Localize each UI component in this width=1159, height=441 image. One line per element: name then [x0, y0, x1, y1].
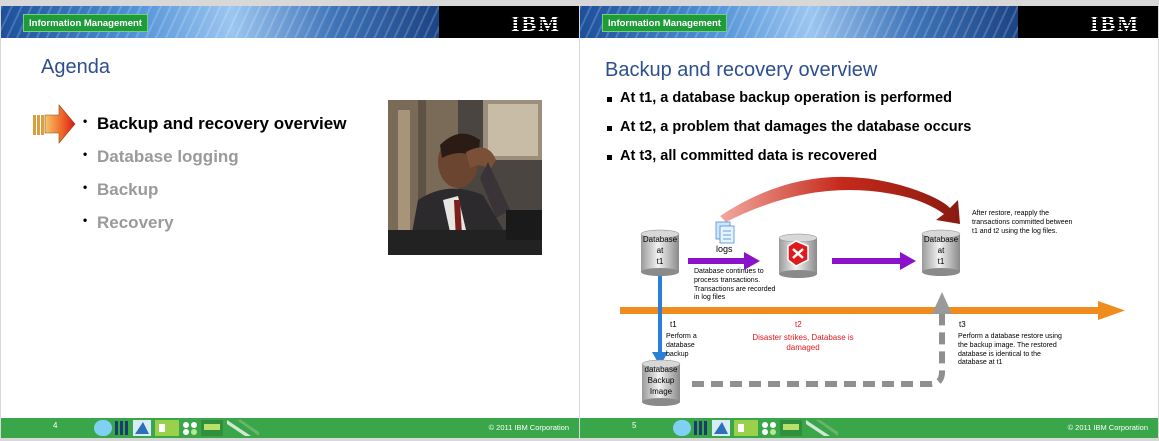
- bullet-list: At t1, a database backup operation is pe…: [607, 90, 971, 177]
- slide-4[interactable]: Information Management IBM Agenda Backup…: [1, 6, 579, 438]
- bullet-t1: At t1, a database backup operation is pe…: [607, 90, 971, 119]
- t1-label: t1: [670, 320, 677, 329]
- backup-recovery-diagram: Database at t1 Database at t1 database Backup…: [580, 166, 1158, 418]
- database-t3-label: Database at t1: [923, 235, 959, 266]
- ibm-logo: IBM: [511, 11, 561, 36]
- copyright-text: © 2011 IBM Corporation: [488, 423, 569, 432]
- agenda-list: Backup and recovery overview Database lo…: [81, 114, 346, 246]
- slide-footer: 4 © 2011 IBM Corporation: [1, 418, 579, 438]
- agenda-item-recovery[interactable]: Recovery: [81, 213, 346, 246]
- information-management-badge: Information Management: [23, 14, 148, 32]
- current-item-arrow-icon: [33, 104, 76, 144]
- agenda-item-database-logging[interactable]: Database logging: [81, 147, 346, 180]
- ibm-logo: IBM: [1090, 11, 1140, 36]
- page-number: 4: [53, 421, 58, 430]
- t2-label: t2: [795, 320, 802, 329]
- timeline-bar: [620, 307, 1100, 314]
- after-restore-note: After restore, reapply the transactions …: [972, 210, 1073, 235]
- copyright-text: © 2011 IBM Corporation: [1067, 423, 1148, 432]
- t3-label: t3: [959, 320, 966, 329]
- timeline-arrowhead: [1098, 301, 1125, 320]
- agenda-item-backup[interactable]: Backup: [81, 180, 346, 213]
- slide-title: Backup and recovery overview: [605, 59, 878, 81]
- footer-decoration-icon: [94, 420, 259, 436]
- footer-decoration-icon: [673, 420, 838, 436]
- slide-title: Agenda: [41, 56, 110, 78]
- damaged-database-cylinder: [778, 233, 818, 278]
- slide-footer: 5 © 2011 IBM Corporation: [580, 418, 1158, 438]
- slide-5[interactable]: Information Management IBM Backup and re…: [580, 6, 1158, 438]
- log-files-icon: [715, 221, 735, 244]
- information-management-badge: Information Management: [602, 14, 727, 32]
- slide-header: Information Management IBM: [1, 6, 579, 38]
- database-t1-label: Database at t1: [642, 235, 678, 266]
- photo-illustration: [388, 100, 542, 255]
- stressed-man-photo: [388, 100, 542, 255]
- logs-label: logs: [716, 244, 733, 254]
- agenda-item-backup-recovery-overview[interactable]: Backup and recovery overview: [81, 114, 346, 147]
- page-number: 5: [632, 421, 637, 430]
- reapply-curve-arrow: [720, 176, 960, 224]
- t1-note: Perform a database backup: [666, 333, 697, 358]
- t2-note: Disaster strikes, Database is damaged: [752, 333, 854, 352]
- t3-note: Perform a database restore using the bac…: [958, 333, 1062, 367]
- backup-image-label: database Backup Image: [644, 365, 678, 396]
- bullet-t2: At t2, a problem that damages the databa…: [607, 119, 971, 148]
- continue-transactions-note: Database continues to process transactio…: [694, 268, 776, 302]
- slide-header: Information Management IBM: [580, 6, 1158, 38]
- presentation-viewer: Information Management IBM Agenda Backup…: [0, 0, 1159, 441]
